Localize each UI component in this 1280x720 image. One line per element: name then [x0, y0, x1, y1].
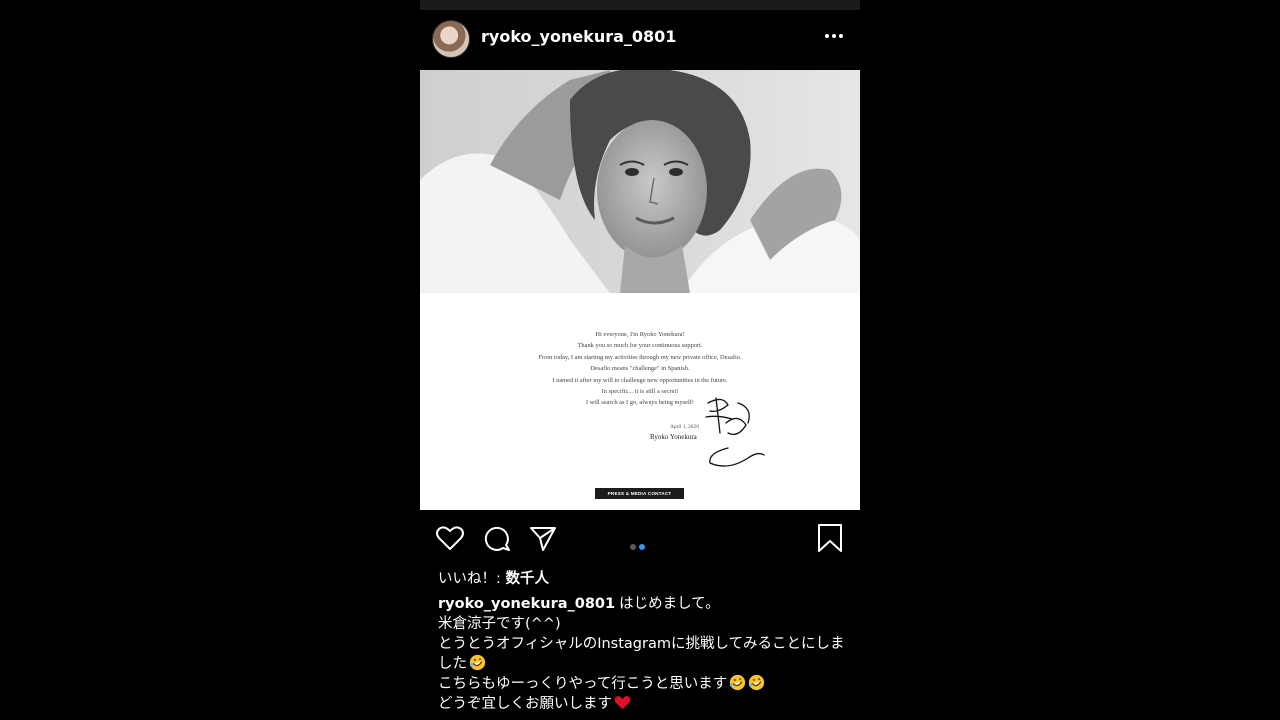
caption-line: どうぞ宜しくお願いします	[438, 696, 612, 712]
press-media-contact-button[interactable]: PRESS & MEDIA CONTACT	[595, 488, 684, 499]
action-bar	[420, 517, 860, 561]
likes-value: 数千人	[505, 571, 550, 587]
caption-line: とうとうオフィシャルのInstagramに挑戦してみることにしました	[438, 636, 845, 672]
share-icon[interactable]	[528, 523, 558, 553]
post-username[interactable]: ryoko_yonekura_0801	[481, 27, 676, 46]
caption-line: はじめまして。	[619, 596, 720, 612]
bookmark-icon[interactable]	[815, 523, 845, 553]
instagram-post-screen: ryoko_yonekura_0801 Hi everyone, I'm Ryo…	[420, 0, 860, 720]
comment-icon[interactable]	[482, 523, 512, 553]
caption-username[interactable]: ryoko_yonekura_0801	[438, 596, 615, 612]
rofl-emoji-icon	[749, 674, 765, 691]
likes-count[interactable]: いいね！: 数千人	[438, 567, 549, 588]
avatar[interactable]	[432, 20, 470, 58]
letter-date: April 1, 2020	[670, 424, 699, 430]
caption-line: こちらもゆーっくりやって行こうと思います	[438, 676, 728, 692]
carousel-dot	[630, 544, 636, 550]
post-image[interactable]: Hi everyone, I'm Ryoko Yonekura! Thank y…	[420, 70, 860, 510]
more-horizontal-icon[interactable]	[822, 24, 846, 48]
letter-line: Hi everyone, I'm Ryoko Yonekura!	[595, 331, 685, 338]
rofl-emoji-icon	[730, 674, 746, 691]
carousel-dot-active	[639, 544, 645, 550]
letter-line: Desafio means "challenge" in Spanish.	[590, 365, 690, 373]
rofl-emoji-icon	[469, 654, 486, 671]
letter-line: From today, I am starting my activities …	[538, 353, 742, 361]
likes-label: いいね！:	[438, 571, 506, 587]
letter-line: I named it after my will to challenge ne…	[552, 376, 728, 384]
post-header: ryoko_yonekura_0801	[420, 10, 860, 70]
letter-name: Ryoko Yonekura	[650, 433, 697, 441]
letter-line: Thank you so much for your continuous su…	[577, 342, 703, 350]
letter-panel: Hi everyone, I'm Ryoko Yonekura! Thank y…	[420, 293, 860, 510]
red-heart-emoji-icon	[614, 696, 631, 710]
heart-icon[interactable]	[435, 523, 465, 553]
signature-image	[705, 397, 765, 467]
portrait-photo	[420, 70, 860, 293]
status-strip	[420, 0, 860, 10]
post-caption: ryoko_yonekura_0801 はじめまして。 米倉涼子です(^^) とう…	[438, 594, 848, 714]
carousel-indicator	[630, 535, 648, 554]
caption-line: 米倉涼子です(^^)	[438, 616, 561, 632]
